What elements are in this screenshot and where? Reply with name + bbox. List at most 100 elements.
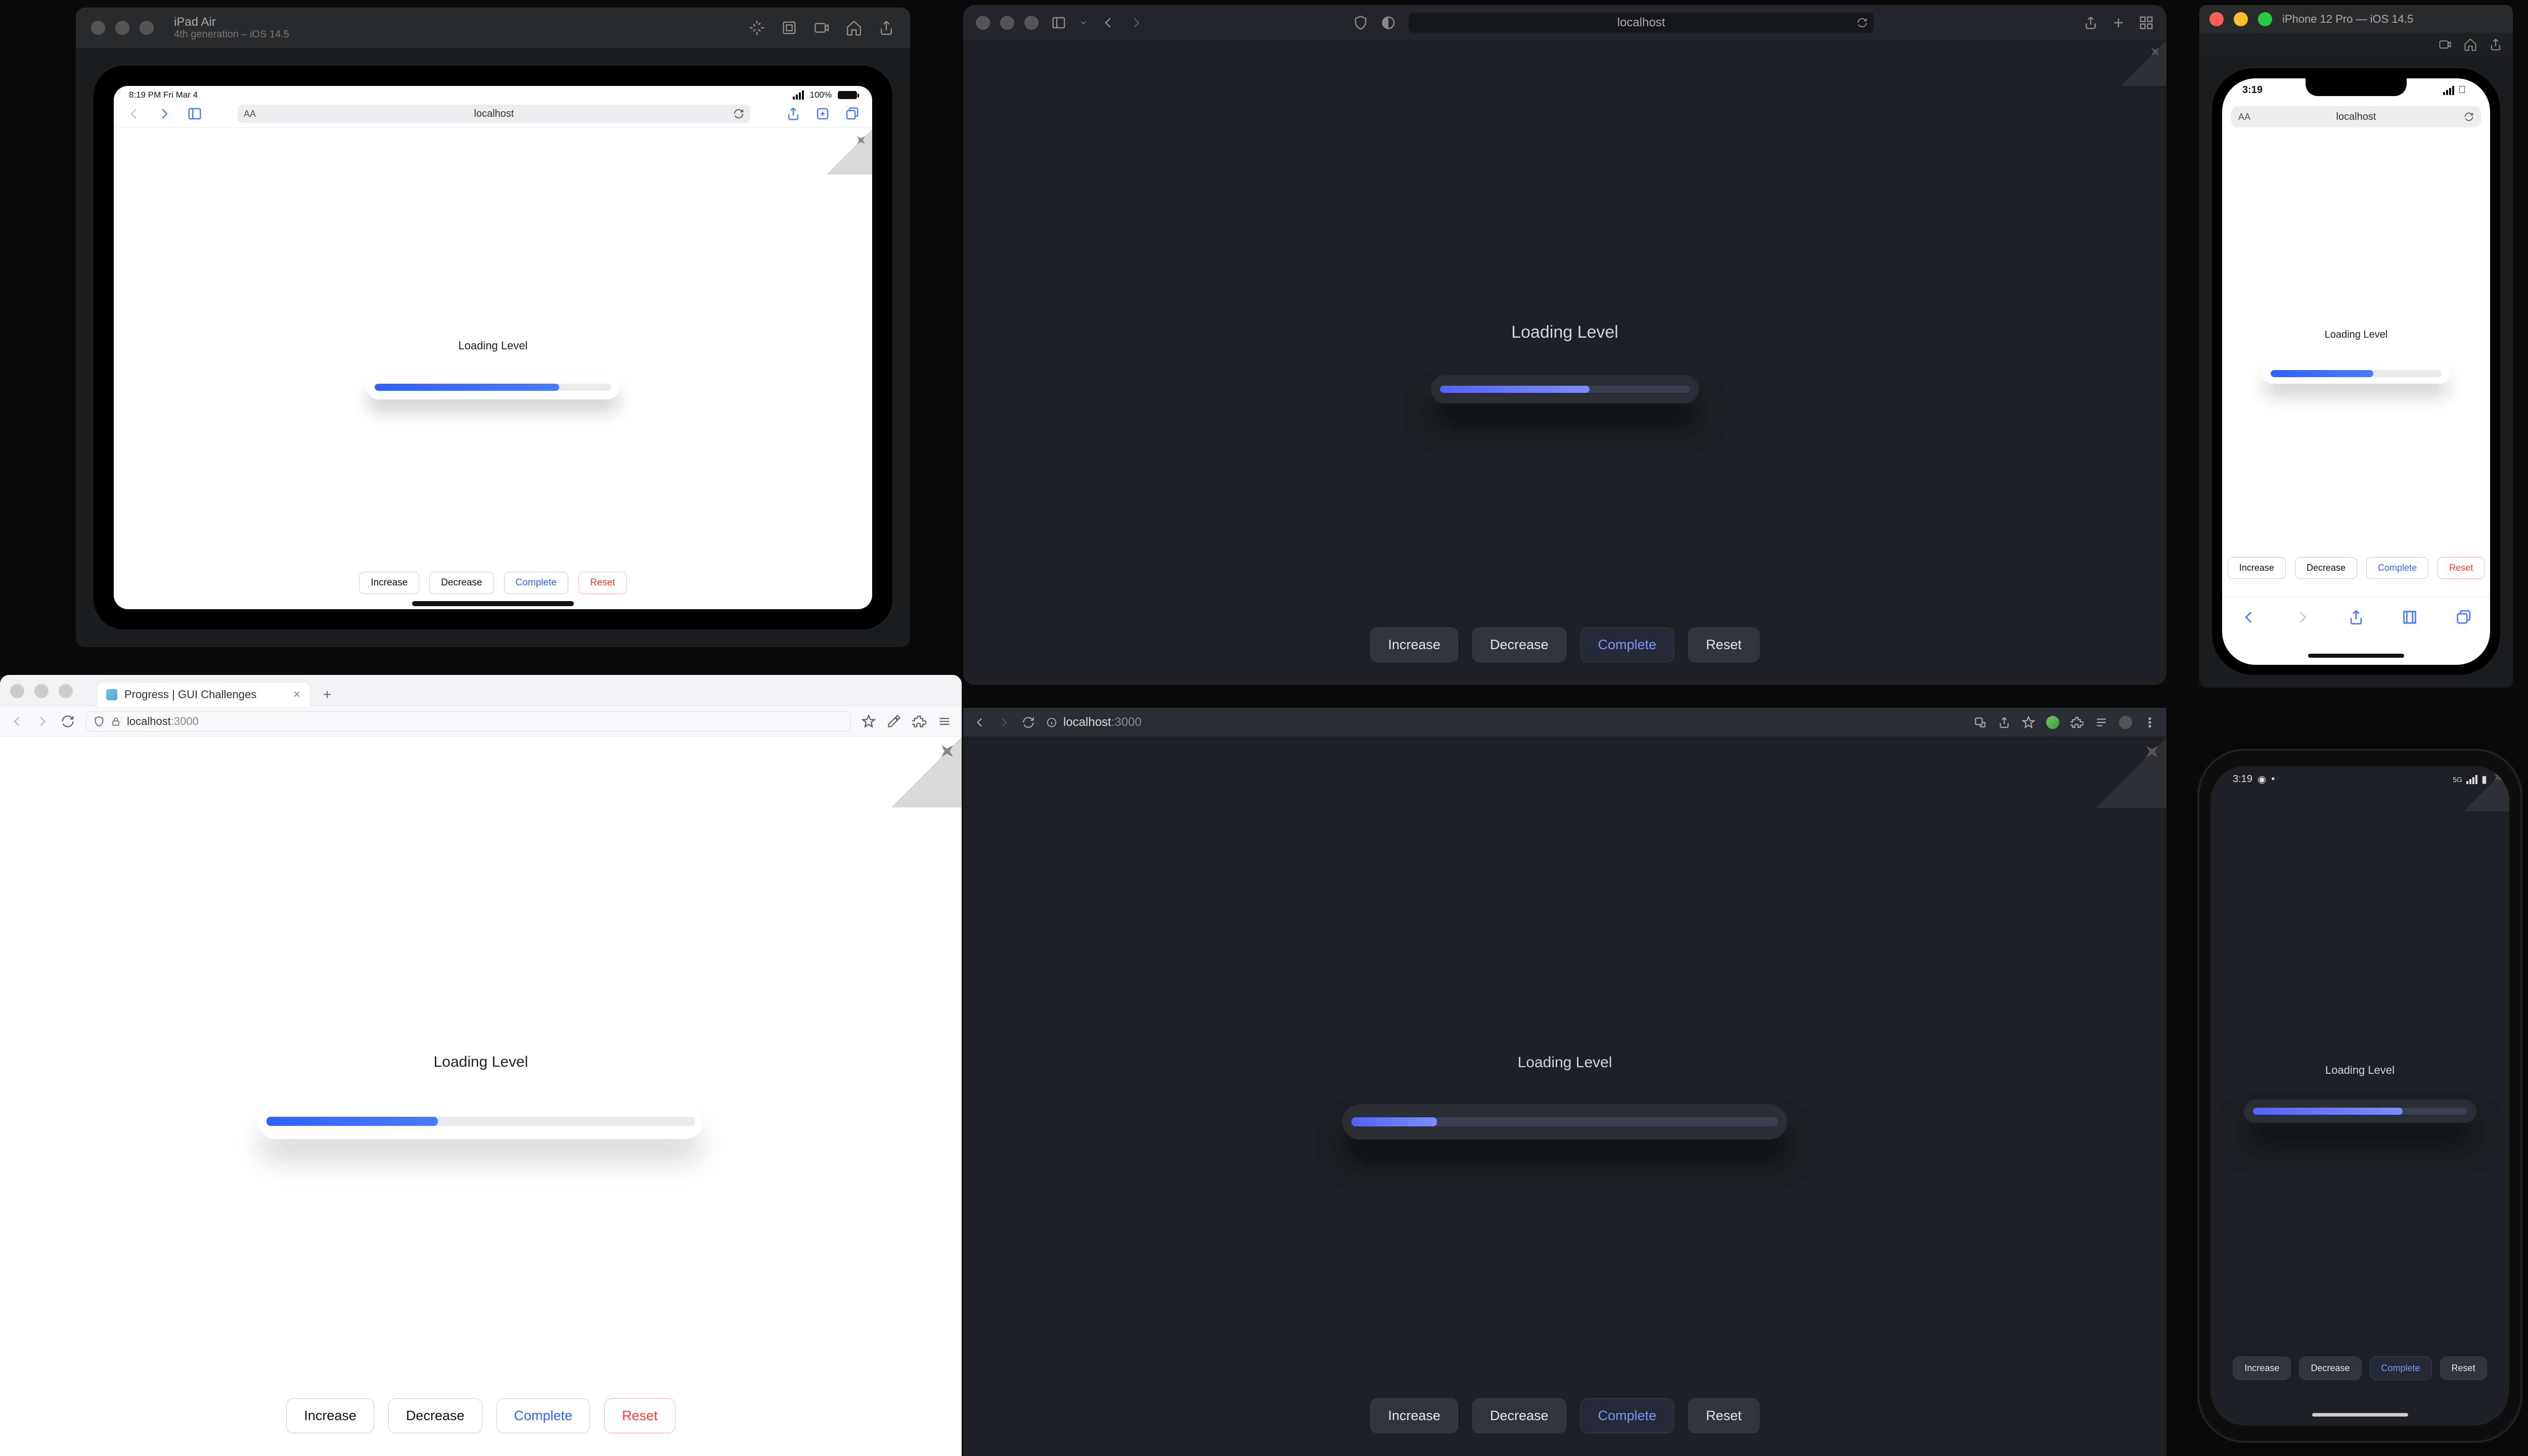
url-field[interactable]: localhost — [1409, 13, 1874, 33]
url-field[interactable]: AA localhost — [2231, 106, 2481, 127]
reload-icon[interactable] — [2464, 112, 2474, 122]
progress-card — [258, 1104, 703, 1139]
newtab-icon[interactable] — [2111, 15, 2126, 30]
window-controls[interactable] — [976, 16, 1039, 30]
increase-button[interactable]: Increase — [2233, 1356, 2291, 1380]
tabs-icon[interactable] — [844, 106, 860, 121]
share-icon[interactable] — [878, 19, 895, 36]
close-tab-icon[interactable]: × — [293, 688, 300, 702]
decrease-button[interactable]: Decrease — [1472, 627, 1566, 662]
url-host: localhost — [1617, 16, 1665, 30]
tabs-icon[interactable] — [2455, 609, 2472, 626]
url-field[interactable]: localhost:3000 — [1046, 715, 1142, 730]
reset-button[interactable]: Reset — [1688, 627, 1759, 662]
reset-button[interactable]: Reset — [578, 572, 627, 594]
star-icon[interactable] — [862, 714, 876, 729]
url-host: localhost:3000 — [1063, 715, 1142, 730]
decrease-button[interactable]: Decrease — [2299, 1356, 2361, 1380]
forward-icon[interactable] — [998, 716, 1011, 729]
reset-button[interactable]: Reset — [2440, 1356, 2487, 1380]
complete-button[interactable]: Complete — [1581, 1398, 1675, 1433]
tabs-icon[interactable] — [2139, 15, 2154, 30]
extension-icon[interactable] — [912, 714, 926, 729]
window-controls[interactable] — [10, 684, 73, 698]
appearance-icon[interactable] — [1381, 15, 1396, 30]
extensions-icon[interactable] — [2070, 716, 2084, 729]
home-icon[interactable] — [845, 19, 863, 36]
browser-tab[interactable]: Progress | GUI Challenges × — [97, 683, 309, 706]
reader-aa-icon[interactable]: AA — [244, 109, 256, 119]
sparkle-icon[interactable] — [748, 19, 765, 36]
reset-button[interactable]: Reset — [2437, 557, 2485, 579]
sidebar-icon[interactable] — [1051, 15, 1066, 30]
star-icon[interactable] — [2022, 716, 2035, 729]
reset-button[interactable]: Reset — [1688, 1398, 1759, 1433]
complete-button[interactable]: Complete — [2370, 1356, 2432, 1380]
share-icon[interactable] — [1998, 716, 2011, 729]
reload-icon[interactable] — [1857, 17, 1868, 28]
menu-icon[interactable] — [2143, 716, 2156, 729]
forward-icon[interactable] — [2294, 609, 2311, 626]
increase-button[interactable]: Increase — [1370, 627, 1458, 662]
complete-button[interactable]: Complete — [2366, 557, 2428, 579]
share-icon[interactable] — [786, 106, 801, 121]
back-icon[interactable] — [1101, 15, 1116, 30]
increase-button[interactable]: Increase — [2228, 557, 2286, 579]
increase-button[interactable]: Increase — [1370, 1398, 1458, 1433]
share-icon[interactable] — [2348, 609, 2365, 626]
safari-bottom-nav — [2222, 597, 2490, 637]
screenshot-icon[interactable] — [2438, 37, 2452, 52]
back-icon[interactable] — [126, 106, 142, 121]
reader-aa-icon[interactable]: AA — [2238, 112, 2250, 122]
forward-icon[interactable] — [1128, 15, 1144, 30]
decrease-button[interactable]: Decrease — [1472, 1398, 1566, 1433]
window-controls[interactable] — [91, 21, 154, 35]
button-row: Increase Decrease Complete Reset — [2210, 1356, 2509, 1380]
eyedropper-icon[interactable] — [887, 714, 901, 729]
loading-label: Loading Level — [2325, 1064, 2395, 1077]
record-icon[interactable] — [813, 19, 830, 36]
forward-icon[interactable] — [35, 714, 50, 729]
button-row: Increase Decrease Complete Reset — [963, 627, 2166, 662]
back-icon[interactable] — [10, 714, 24, 729]
url-toolbar: localhost:3000 — [0, 706, 962, 737]
home-indicator — [412, 601, 574, 606]
share-icon[interactable] — [2489, 37, 2503, 52]
share-icon[interactable] — [2083, 15, 2098, 30]
home-icon[interactable] — [2463, 37, 2477, 52]
menu-icon[interactable] — [937, 714, 952, 729]
shield-icon[interactable] — [1353, 15, 1368, 30]
chevron-down-icon[interactable] — [1079, 18, 1088, 27]
decrease-button[interactable]: Decrease — [429, 572, 493, 594]
new-tab-button[interactable]: + — [318, 685, 337, 704]
newtab-icon[interactable] — [815, 106, 830, 121]
decrease-button[interactable]: Decrease — [2295, 557, 2357, 579]
reload-icon[interactable] — [733, 108, 744, 119]
shield-icon[interactable] — [94, 716, 105, 727]
install-icon[interactable] — [1973, 716, 1987, 729]
screenshot-icon[interactable] — [781, 19, 798, 36]
reload-icon[interactable] — [61, 714, 75, 729]
complete-button[interactable]: Complete — [504, 572, 568, 594]
url-field[interactable]: AA localhost — [238, 105, 750, 123]
sim-device-name: iPad Air — [174, 16, 289, 29]
extension-b-icon[interactable] — [2119, 716, 2132, 729]
bookmarks-icon[interactable] — [2401, 609, 2418, 626]
info-icon[interactable] — [1046, 717, 1057, 728]
window-controls[interactable] — [2209, 12, 2272, 26]
increase-button[interactable]: Increase — [359, 572, 419, 594]
forward-icon[interactable] — [157, 106, 172, 121]
reading-list-icon[interactable] — [2095, 716, 2108, 729]
decrease-button[interactable]: Decrease — [388, 1398, 482, 1433]
url-field[interactable]: localhost:3000 — [86, 711, 850, 732]
extension-a-icon[interactable] — [2046, 716, 2059, 729]
complete-button[interactable]: Complete — [1581, 627, 1675, 662]
increase-button[interactable]: Increase — [286, 1398, 374, 1433]
sidebar-icon[interactable] — [187, 106, 202, 121]
back-icon[interactable] — [973, 716, 986, 729]
reset-button[interactable]: Reset — [604, 1398, 675, 1433]
complete-button[interactable]: Complete — [496, 1398, 591, 1433]
reload-icon[interactable] — [1022, 716, 1035, 729]
back-icon[interactable] — [2240, 609, 2258, 626]
chrome-icon: ◉ — [2258, 773, 2266, 786]
